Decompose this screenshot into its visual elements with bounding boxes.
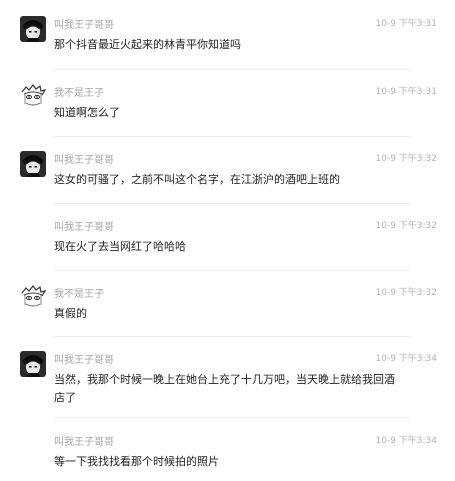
sender-name[interactable]: 我不是王子 [54,285,104,300]
divider [54,270,410,271]
message-text: 等一下我找找看那个时候拍的照片 [54,455,219,468]
message-text: 现在火了去当网红了哈哈哈 [54,240,186,253]
sender-name[interactable]: 叫我王子哥哥 [54,16,114,31]
message-time: 10-9 下午3:31 [375,19,438,29]
message-text: 这女的可骚了，之前不叫这个名字，在江浙沪的酒吧上班的 [54,173,340,186]
divider [54,336,410,337]
dark-avatar-icon[interactable] [20,351,46,377]
divider [54,136,410,137]
message-text: 真假的 [54,307,87,320]
sketch-avatar-icon[interactable] [20,285,46,311]
sender-name[interactable]: 叫我王子哥哥 [54,151,114,166]
message-time: 10-9 下午3:32 [375,154,438,164]
sender-name[interactable]: 叫我王子哥哥 [54,351,114,366]
message-time: 10-9 下午3:32 [375,288,438,298]
divider [54,69,410,70]
message-time: 10-9 下午3:31 [375,87,438,97]
divider [54,203,410,204]
sender-name[interactable]: 叫我王子哥哥 [54,433,114,448]
message-time: 10-9 下午3:34 [375,436,438,446]
dark-avatar-icon[interactable] [20,16,46,42]
sketch-avatar-icon[interactable] [20,84,46,110]
sender-name[interactable]: 我不是王子 [54,84,104,99]
message-text: 当然，我那个时候一晚上在她台上充了十几万吧，当天晚上就给我回酒店了 [54,373,395,404]
message-time: 10-9 下午3:32 [375,221,438,231]
sender-name[interactable]: 叫我王子哥哥 [54,218,114,233]
dark-avatar-icon[interactable] [20,151,46,177]
message-text: 知道啊怎么了 [54,106,120,119]
message-time: 10-9 下午3:34 [375,354,438,364]
message-text: 那个抖音最近火起来的林青平你知道吗 [54,38,241,51]
chat-history: 叫我王子哥哥 10-9 下午3:31 那个抖音最近火起来的林青平你知道吗 我不是… [0,0,455,481]
divider [54,417,410,418]
